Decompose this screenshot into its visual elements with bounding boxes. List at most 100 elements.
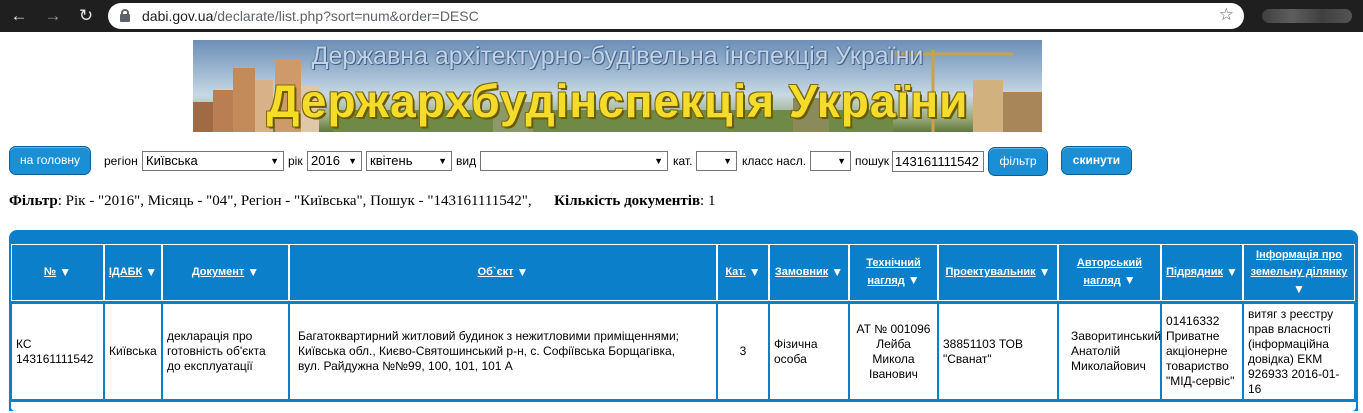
sort-triangle-icon: ▼: [247, 265, 260, 279]
sort-triangle-icon: ▼: [516, 265, 529, 279]
filter-summary-label: Фільтр: [9, 193, 58, 209]
chevron-down-icon: ▼: [723, 156, 732, 166]
header-category[interactable]: Кат. ▼: [717, 244, 769, 301]
chevron-down-icon: ▼: [270, 156, 279, 166]
header-tech-line1: Технічний: [866, 257, 921, 269]
header-designer[interactable]: Проектувальник ▼: [938, 244, 1058, 301]
lock-icon: [120, 9, 130, 22]
year-selected-value: 2016: [311, 153, 340, 168]
sort-triangle-icon: ▼: [1225, 265, 1238, 279]
filter-button[interactable]: фільтр: [988, 147, 1048, 176]
region-select[interactable]: Київська ▼: [142, 151, 284, 171]
sort-triangle-icon: ▼: [145, 265, 158, 279]
cell-land-line2: прав власності: [1248, 321, 1331, 336]
table-top-bar: [9, 230, 1358, 244]
sort-triangle-icon: ▼: [831, 265, 844, 279]
cell-object-line3: вул. Райдужна №№99, 100, 101, 101 А: [298, 359, 513, 373]
table-cell-tech-supervision: АТ № 001096 Лейба Микола Іванович: [849, 303, 938, 400]
banner-title: Держархбудінспекція України: [266, 75, 969, 127]
header-tech-line2: нагляд: [867, 275, 905, 287]
sort-triangle-icon: ▼: [748, 265, 761, 279]
class-select[interactable]: ▼: [810, 151, 851, 171]
year-label: рік: [288, 154, 303, 168]
header-category-label: Кат.: [725, 266, 746, 278]
address-bar[interactable]: dabi.gov.ua/declarate/list.php?sort=num&…: [108, 3, 1244, 29]
header-contractor-label: Підрядник: [1166, 266, 1223, 278]
cell-idabk: Київська: [109, 344, 157, 358]
table-cell-author-supervision: Заворитинський Анатолій Миколайович: [1058, 303, 1161, 400]
table-cell-land-info: витяг з реєстру прав власності (інформац…: [1243, 303, 1355, 400]
category-select[interactable]: ▼: [696, 151, 737, 171]
cell-author-line3: Миколайович: [1071, 359, 1146, 373]
header-idabk[interactable]: ІДАБК ▼: [104, 244, 162, 301]
sort-triangle-icon: ▼: [1123, 273, 1136, 287]
cell-document-line3: до експлуатації: [167, 359, 253, 373]
banner-subtitle: Державна архітектурно-будівельна інспекц…: [311, 42, 924, 70]
cell-author-line2: Анатолій: [1071, 344, 1121, 358]
table-cell-designer: 38851103 ТОВ "Сванат": [938, 303, 1058, 400]
extensions-area[interactable]: [1262, 9, 1352, 23]
cell-object-line2: Київська обл., Києво-Святошинський р-н, …: [298, 344, 675, 358]
year-select[interactable]: 2016 ▼: [307, 151, 362, 171]
back-icon[interactable]: ←: [8, 5, 30, 27]
table-cell-object: Багатоквартирний житловий будинок з нежи…: [289, 303, 717, 400]
header-land-info[interactable]: Інформація про земельну ділянку ▼: [1243, 244, 1355, 301]
header-designer-label: Проектувальник: [945, 266, 1036, 278]
home-button[interactable]: на головну: [9, 146, 91, 175]
sort-triangle-icon: ▼: [1293, 282, 1305, 296]
cell-num-line1: КС: [16, 336, 32, 351]
header-author-line1: Авторський: [1076, 257, 1143, 269]
cell-designer-line1: 38851103 ТОВ: [943, 336, 1023, 351]
header-num[interactable]: № ▼: [11, 244, 104, 301]
forward-icon[interactable]: →: [42, 5, 64, 27]
cell-land-line6: 16: [1248, 381, 1262, 396]
header-customer[interactable]: Замовник ▼: [769, 244, 849, 301]
month-select[interactable]: квітень ▼: [366, 151, 452, 171]
cell-designer-line2: "Сванат": [943, 351, 992, 366]
cell-document-line2: готовність об'єкта: [167, 344, 266, 358]
table-cell-contractor: 01416332 Приватне акціонерне товариство …: [1161, 303, 1243, 400]
cell-tech-line2: Лейба: [876, 336, 911, 351]
url-text: dabi.gov.ua/declarate/list.php?sort=num&…: [142, 8, 479, 24]
cell-land-line5: 926933 2016-01-: [1248, 366, 1340, 381]
type-label: вид: [456, 154, 477, 168]
table-cell-document: декларація про готовність об'єкта до екс…: [162, 303, 289, 400]
chevron-down-icon: ▼: [654, 156, 663, 166]
cell-tech-line1: АТ № 001096: [856, 321, 931, 336]
header-object-label: Об`єкт: [477, 266, 514, 278]
table-cell-category: 3: [717, 303, 769, 400]
header-contractor[interactable]: Підрядник ▼: [1161, 244, 1243, 301]
header-document[interactable]: Документ ▼: [162, 244, 289, 301]
class-label: класс насл.: [742, 154, 807, 168]
sort-triangle-icon: ▼: [907, 273, 920, 287]
header-tech-supervision[interactable]: Технічний нагляд ▼: [849, 244, 938, 301]
cell-contractor-line2: Приватне: [1166, 329, 1220, 343]
cell-author-line1: Заворитинський: [1071, 329, 1161, 343]
filter-summary-text: : Рік - "2016", Місяць - "04", Регіон - …: [57, 193, 532, 209]
header-customer-label: Замовник: [774, 266, 829, 278]
browser-toolbar: ← → ↻ dabi.gov.ua/declarate/list.php?sor…: [0, 0, 1363, 32]
reload-icon[interactable]: ↻: [75, 5, 97, 27]
month-selected-value: квітень: [370, 153, 413, 168]
search-label: пошук: [855, 154, 890, 168]
type-select[interactable]: ▼: [480, 151, 668, 171]
region-label: регіон: [104, 154, 138, 168]
url-host: dabi.gov.ua: [142, 8, 214, 24]
cell-customer-line1: Фізична: [774, 336, 818, 351]
table-footer-strip: [11, 402, 1356, 411]
chevron-down-icon: ▼: [348, 156, 357, 166]
cell-customer-line2: особа: [774, 351, 807, 366]
sort-triangle-icon: ▼: [1038, 265, 1051, 279]
table-cell-customer: Фізична особа: [769, 303, 849, 400]
header-author-supervision[interactable]: Авторський нагляд ▼: [1058, 244, 1161, 301]
header-num-label: №: [43, 266, 57, 278]
bookmark-star-icon[interactable]: ☆: [1219, 5, 1234, 25]
header-object[interactable]: Об`єкт ▼: [289, 244, 717, 301]
reset-button[interactable]: скинути: [1061, 146, 1132, 175]
document-count-value: : 1: [700, 193, 716, 209]
cell-contractor-line3: акціонерне: [1166, 344, 1228, 358]
search-input[interactable]: 143161111542: [892, 151, 984, 172]
document-count-label: Кількість документів: [554, 193, 701, 209]
table-cell-idabk: Київська: [104, 303, 162, 400]
cell-category: 3: [739, 344, 747, 358]
